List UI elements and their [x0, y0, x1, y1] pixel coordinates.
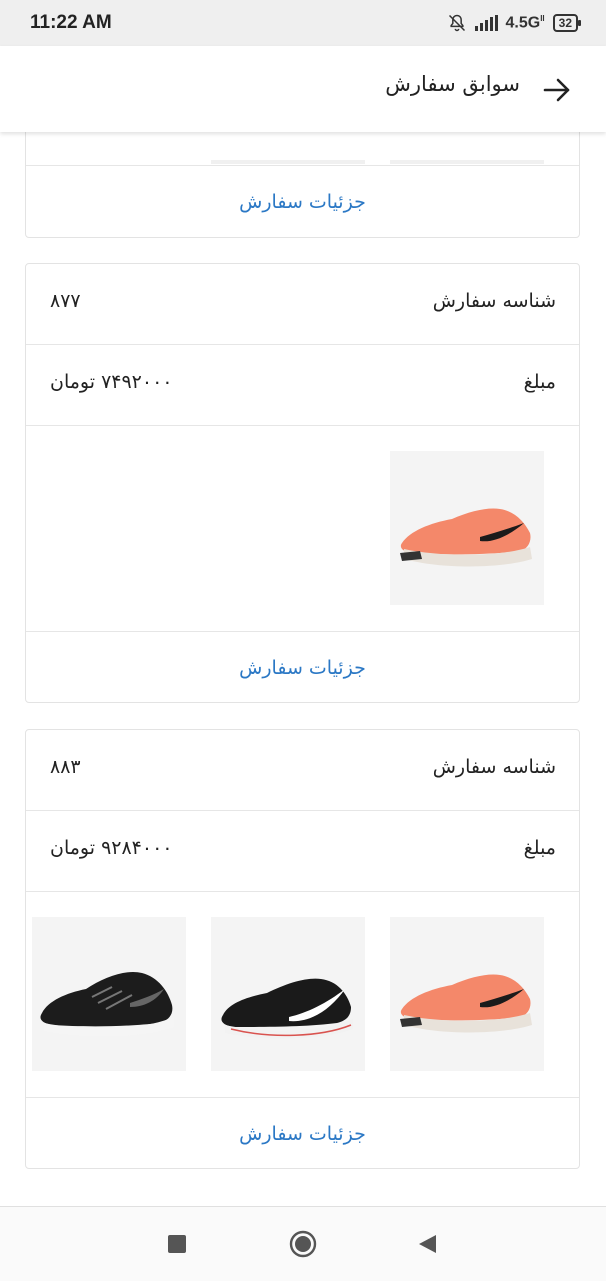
product-thumb[interactable] [32, 917, 186, 1071]
product-thumb[interactable] [211, 917, 365, 1071]
system-nav-bar [0, 1206, 606, 1281]
order-id-label: شناسه سفارش [432, 290, 556, 312]
home-circle-icon[interactable] [289, 1230, 317, 1258]
product-thumb[interactable] [390, 451, 544, 605]
arrow-right-icon[interactable] [542, 75, 572, 105]
order-details-link[interactable]: جزئیات سفارش [26, 1098, 579, 1170]
orange-running-shoe [400, 974, 532, 1033]
order-details-link[interactable]: جزئیات سفارش [26, 166, 579, 238]
status-time: 11:22 AM [30, 12, 112, 33]
signal-icon [474, 15, 498, 31]
order-details-link[interactable]: جزئیات سفارش [26, 632, 579, 704]
order-id-row: شناسه سفارش ۸۸۳ [26, 730, 579, 811]
order-id-row: شناسه سفارش ۸۷۷ [26, 264, 579, 345]
product-thumb[interactable] [390, 917, 544, 1071]
order-amount-value: ۹۲۸۴۰۰۰ تومان [50, 837, 173, 859]
order-id-value: ۸۷۷ [50, 290, 81, 312]
product-thumb[interactable] [211, 160, 365, 164]
app-bar: سوابق سفارش [0, 46, 606, 132]
black-white-running-shoe [221, 978, 353, 1039]
black-trail-shoe [40, 971, 174, 1037]
order-amount-row: مبلغ ۷۴۹۲۰۰۰ تومان [26, 345, 579, 426]
order-card: شناسه سفارش ۸۸۳ مبلغ ۹۲۸۴۰۰۰ تومان جزئیا… [25, 729, 580, 1169]
product-strip [26, 892, 579, 1098]
order-amount-label: مبلغ [523, 371, 556, 393]
order-card: جزئیات سفارش [25, 132, 580, 238]
status-icons: 4.5GII 32 [447, 13, 582, 33]
order-history-list[interactable]: جزئیات سفارش شناسه سفارش ۸۷۷ مبلغ ۷۴۹۲۰۰… [0, 132, 606, 1206]
order-card: شناسه سفارش ۸۷۷ مبلغ ۷۴۹۲۰۰۰ تومان جزئیا… [25, 263, 580, 703]
page-title: سوابق سفارش [385, 72, 520, 96]
product-strip [26, 132, 579, 166]
order-amount-label: مبلغ [523, 837, 556, 859]
recents-square-icon[interactable] [168, 1235, 186, 1253]
order-amount-value: ۷۴۹۲۰۰۰ تومان [50, 371, 173, 393]
bell-off-icon [448, 14, 465, 32]
status-bar: 11:22 AM 4.5GII 32 [0, 0, 606, 46]
battery-icon: 32 [552, 14, 582, 32]
order-id-label: شناسه سفارش [432, 756, 556, 778]
order-id-value: ۸۸۳ [50, 756, 81, 778]
orange-running-shoe [400, 508, 532, 567]
product-thumb[interactable] [390, 160, 544, 164]
back-triangle-icon[interactable] [416, 1233, 438, 1255]
product-strip [26, 426, 579, 632]
order-amount-row: مبلغ ۹۲۸۴۰۰۰ تومان [26, 811, 579, 892]
network-type: 4.5GII [505, 13, 545, 32]
